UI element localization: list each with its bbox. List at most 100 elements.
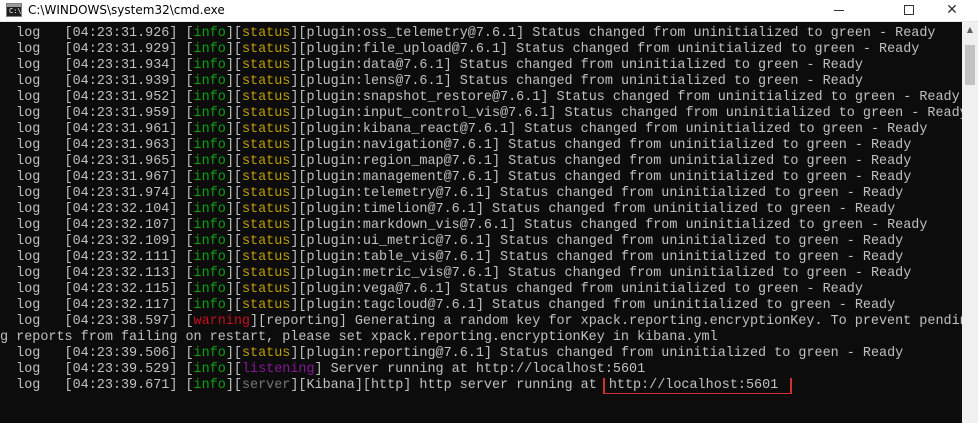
tag-info: info: [193, 26, 226, 41]
tag-status: status: [241, 346, 291, 361]
log-prefix: log [04:23:31.967]: [0, 170, 186, 185]
console-line: log [04:23:39.506] [info][status][plugin…: [0, 346, 904, 361]
tag-status: status: [241, 90, 291, 105]
log-prefix: log [04:23:31.929]: [0, 42, 186, 57]
tag-status: status: [241, 170, 291, 185]
log-message: [plugin:reporting@7.6.1] Status changed …: [298, 346, 904, 361]
console-line: log [04:23:31.961] [info][status][plugin…: [0, 122, 928, 137]
tag-listening: listening: [241, 362, 315, 377]
tag-info: info: [193, 42, 226, 57]
tag-info: info: [193, 74, 226, 89]
highlighted-url[interactable]: http://localhost:5601: [602, 378, 793, 394]
minimize-button[interactable]: [818, 0, 862, 21]
console-line: log [04:23:31.934] [info][status][plugin…: [0, 58, 863, 73]
tag-status: status: [241, 298, 291, 313]
log-prefix: log [04:23:31.939]: [0, 74, 186, 89]
tag-status: status: [241, 234, 291, 249]
scroll-thumb[interactable]: [965, 45, 975, 85]
log-message: [plugin:metric_vis@7.6.1] Status changed…: [298, 266, 912, 281]
log-prefix: log [04:23:39.506]: [0, 346, 186, 361]
log-prefix: log [04:23:32.117]: [0, 298, 186, 313]
tag-status: status: [241, 58, 291, 73]
log-message: [plugin:table_vis@7.6.1] Status changed …: [298, 250, 904, 265]
log-prefix: log [04:23:31.965]: [0, 154, 186, 169]
console-line: log [04:23:31.939] [info][status][plugin…: [0, 74, 863, 89]
log-message: [plugin:management@7.6.1] Status changed…: [298, 170, 912, 185]
title-bar[interactable]: C:\. C:\WINDOWS\system32\cmd.exe ✕: [0, 0, 978, 22]
log-prefix: log [04:23:31.952]: [0, 90, 186, 105]
cmd-app-icon[interactable]: C:\.: [6, 3, 26, 17]
log-prefix: log [04:23:32.107]: [0, 218, 186, 233]
console-line: log [04:23:31.965] [info][status][plugin…: [0, 154, 912, 169]
tag-info: info: [193, 58, 226, 73]
log-message: [plugin:vega@7.6.1] Status changed from …: [298, 282, 863, 297]
tag-status: status: [241, 138, 291, 153]
log-message: [plugin:telemetry@7.6.1] Status changed …: [298, 186, 904, 201]
tag-status: status: [241, 250, 291, 265]
log-prefix: log [04:23:31.963]: [0, 138, 186, 153]
log-message: [plugin:ui_metric@7.6.1] Status changed …: [298, 234, 904, 249]
console-line: log [04:23:31.952] [info][status][plugin…: [0, 90, 960, 105]
console-line: log [04:23:31.929] [info][status][plugin…: [0, 42, 920, 57]
tag-info: info: [193, 186, 226, 201]
tag-info: info: [193, 122, 226, 137]
tag-status: status: [241, 154, 291, 169]
vertical-scrollbar[interactable]: ▲: [962, 22, 978, 423]
tag-info: info: [193, 170, 226, 185]
close-button[interactable]: ✕: [930, 0, 974, 21]
console-line: log [04:23:38.597] [warning][reporting] …: [0, 314, 962, 330]
log-prefix: log [04:23:39.529]: [0, 362, 186, 377]
log-prefix: log [04:23:31.959]: [0, 106, 186, 121]
tag-info: info: [193, 266, 226, 281]
tag-status: status: [241, 42, 291, 57]
tag-status: status: [241, 106, 291, 121]
tag-status: status: [241, 282, 291, 297]
tag-status: status: [241, 74, 291, 89]
tag-info: info: [193, 362, 226, 377]
tag-info: info: [193, 218, 226, 233]
console-line: log [04:23:31.974] [info][status][plugin…: [0, 186, 904, 201]
log-prefix: log [04:23:31.926]: [0, 26, 186, 41]
log-message: Server running at http://localhost:5601: [322, 362, 646, 377]
tag-status: status: [241, 202, 291, 217]
log-message: [plugin:snapshot_restore@7.6.1] Status c…: [298, 90, 960, 105]
console-line-server: log [04:23:39.671] [info][server][Kibana…: [0, 378, 962, 394]
close-icon: ✕: [946, 2, 958, 18]
console-line: log [04:23:31.926] [info][status][plugin…: [0, 26, 936, 41]
console-line-listening: log [04:23:39.529] [info][listening] Ser…: [0, 362, 646, 377]
console-line: log [04:23:32.111] [info][status][plugin…: [0, 250, 904, 265]
tag-info: info: [193, 346, 226, 361]
console-line: log [04:23:31.967] [info][status][plugin…: [0, 170, 912, 185]
log-prefix: log [04:23:31.974]: [0, 186, 186, 201]
log-message: [plugin:timelion@7.6.1] Status changed f…: [298, 202, 896, 217]
log-message: [plugin:lens@7.6.1] Status changed from …: [298, 74, 863, 89]
tag-status: status: [241, 122, 291, 137]
log-message: [plugin:navigation@7.6.1] Status changed…: [298, 138, 912, 153]
window-title: C:\WINDOWS\system32\cmd.exe: [28, 3, 225, 17]
log-prefix: log [04:23:31.934]: [0, 58, 186, 73]
tag-status: status: [241, 266, 291, 281]
console-output[interactable]: log [04:23:31.926] [info][status][plugin…: [0, 22, 962, 423]
tag-status: status: [241, 26, 291, 41]
scroll-up-arrow-icon[interactable]: ▲: [962, 22, 978, 38]
console-line: log [04:23:32.107] [info][status][plugin…: [0, 218, 928, 233]
log-prefix: log [04:23:32.109]: [0, 234, 186, 249]
tag-info: info: [193, 106, 226, 121]
cmd-window: C:\. C:\WINDOWS\system32\cmd.exe ✕ log […: [0, 0, 978, 423]
log-message: [plugin:oss_telemetry@7.6.1] Status chan…: [298, 26, 936, 41]
tag-info: info: [193, 298, 226, 313]
log-prefix: log [04:23:32.115]: [0, 282, 186, 297]
log-prefix: log [04:23:32.104]: [0, 202, 186, 217]
log-prefix: log [04:23:32.113]: [0, 266, 186, 281]
console-line: log [04:23:31.959] [info][status][plugin…: [0, 106, 962, 122]
console-line: log [04:23:32.104] [info][status][plugin…: [0, 202, 896, 217]
tag-info: info: [193, 378, 226, 393]
console-lines: log [04:23:31.926] [info][status][plugin…: [0, 26, 962, 362]
maximize-button[interactable]: [886, 0, 930, 21]
tag-status: status: [241, 218, 291, 233]
maximize-icon: [904, 5, 914, 15]
console-line: log [04:23:32.113] [info][status][plugin…: [0, 266, 912, 281]
log-message: [plugin:tagcloud@7.6.1] Status changed f…: [298, 298, 896, 313]
minimize-icon: [834, 10, 844, 11]
console-line: log [04:23:32.109] [info][status][plugin…: [0, 234, 904, 249]
